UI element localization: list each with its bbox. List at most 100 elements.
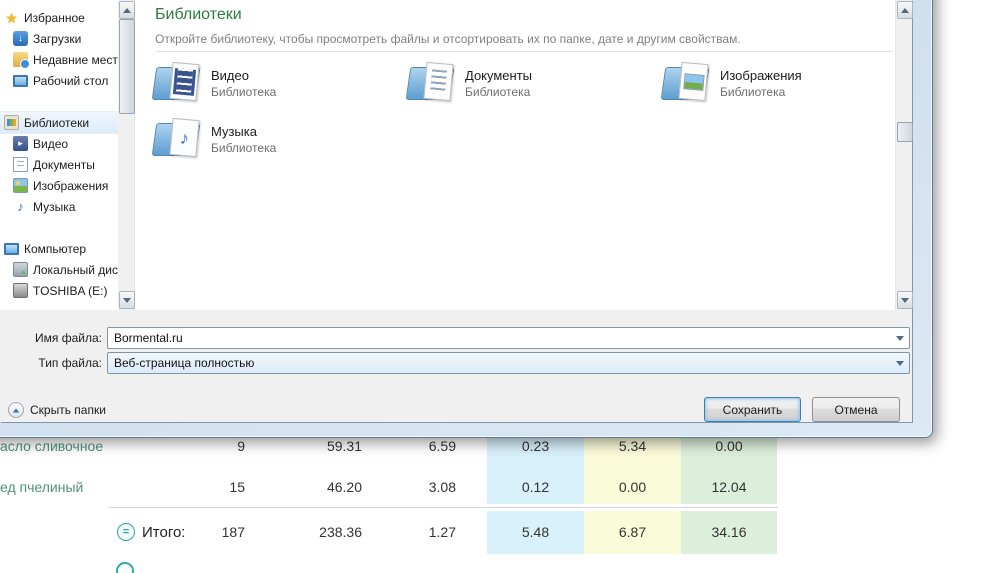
sidebar-item-videos[interactable]: ▸ Видео: [0, 133, 118, 154]
usb-disk-icon: [13, 283, 28, 298]
cell-protein: 0.23: [521, 438, 550, 454]
navigation-pane: ★ Избранное ↓ Загрузки Недавние места Ра…: [0, 0, 118, 310]
sidebar-label: Библиотеки: [24, 115, 90, 130]
sidebar-label: TOSHIBA (E:): [33, 283, 108, 298]
save-button[interactable]: Сохранить: [704, 397, 801, 422]
filename-label: Имя файла:: [35, 331, 102, 345]
cell-per: 3.08: [428, 479, 456, 495]
recent-places-icon: [13, 52, 30, 69]
scroll-up-button[interactable]: [119, 1, 135, 19]
sidebar-label: Компьютер: [24, 241, 87, 256]
total-kcal: 238.36: [319, 524, 362, 540]
libraries-icon: [4, 115, 19, 130]
cell-kcal: 59.31: [326, 438, 362, 454]
chevron-down-icon[interactable]: [892, 354, 908, 372]
library-tile-pictures[interactable]: Изображения Библиотека: [660, 61, 897, 102]
library-tile-documents[interactable]: Документы Библиотека: [405, 61, 642, 102]
cell-qty: 15: [229, 479, 245, 495]
hide-folders-button[interactable]: Скрыть папки: [8, 402, 106, 418]
sidebar-item-downloads[interactable]: ↓ Загрузки: [0, 28, 118, 49]
filetype-select[interactable]: Веб-страница полностью: [107, 352, 910, 374]
sidebar-label: Локальный диск: [33, 262, 118, 277]
arrow-down-icon: [901, 297, 909, 303]
sidebar-label: Недавние места: [33, 52, 118, 67]
nav-scrollbar[interactable]: [118, 0, 135, 310]
sidebar-item-local-disk[interactable]: Локальный диск: [0, 259, 118, 280]
divider: [155, 51, 893, 52]
sidebar-item-toshiba[interactable]: TOSHIBA (E:): [0, 280, 118, 301]
desktop-icon: [13, 73, 28, 88]
arrow-down-icon: [123, 297, 131, 303]
total-per: 1.27: [428, 524, 456, 540]
equals-icon: =: [117, 523, 135, 541]
cell-carbs: 12.04: [711, 479, 747, 495]
sidebar-label: Видео: [33, 136, 69, 151]
sidebar-group-libraries[interactable]: Библиотеки: [0, 112, 118, 133]
hard-disk-icon: [13, 262, 28, 277]
total-carbs: 34.16: [711, 524, 747, 540]
cell-per: 6.59: [428, 438, 456, 454]
save-as-dialog: ★ Избранное ↓ Загрузки Недавние места Ра…: [0, 0, 933, 438]
dialog-client-area: ★ Избранное ↓ Загрузки Недавние места Ра…: [0, 0, 913, 422]
total-fat: 6.87: [618, 524, 647, 540]
sidebar-item-pictures[interactable]: Изображения: [0, 175, 118, 196]
sidebar-label: Избранное: [24, 10, 85, 25]
file-browser: ★ Избранное ↓ Загрузки Недавние места Ра…: [0, 0, 913, 310]
tile-name: Музыка: [211, 124, 257, 139]
cell-qty: 9: [237, 438, 245, 454]
bullet-icon: [116, 562, 134, 573]
cell-kcal: 46.20: [326, 479, 362, 495]
content-scrollbar[interactable]: [895, 0, 913, 310]
hide-folders-label: Скрыть папки: [30, 403, 106, 417]
scrollbar-thumb[interactable]: [119, 19, 135, 114]
scroll-down-button[interactable]: [897, 291, 913, 309]
video-library-icon: [151, 61, 201, 102]
arrow-up-icon: [901, 7, 909, 13]
collapse-icon: [8, 402, 24, 418]
sidebar-item-documents[interactable]: Документы: [0, 154, 118, 175]
scroll-down-button[interactable]: [119, 291, 135, 309]
food-link[interactable]: асло сливочное: [0, 438, 103, 454]
total-protein: 5.48: [521, 524, 550, 540]
library-tile-videos[interactable]: Видео Библиотека: [151, 61, 388, 102]
document-icon: [13, 157, 28, 172]
download-icon: ↓: [13, 31, 28, 46]
filetype-label: Тип файла:: [38, 356, 102, 370]
cell-protein: 0.12: [521, 479, 550, 495]
cancel-button[interactable]: Отмена: [812, 397, 900, 422]
sidebar-label: Загрузки: [33, 31, 82, 46]
sidebar-label: Документы: [33, 157, 95, 172]
pictures-library-icon: [660, 61, 710, 102]
screen: асло сливочное 9 59.31 6.59 0.23 5.34 0.…: [0, 0, 991, 573]
cell-fat: 5.34: [618, 438, 647, 454]
scroll-up-button[interactable]: [897, 1, 913, 19]
sidebar-item-music[interactable]: ♪ Музыка: [0, 196, 118, 217]
music-library-icon: ♪: [151, 117, 201, 158]
video-icon: ▸: [13, 136, 28, 151]
table-separator: [108, 507, 778, 508]
food-link[interactable]: ед пчелиный: [0, 479, 83, 495]
chevron-down-icon[interactable]: [892, 329, 908, 347]
filename-input[interactable]: [112, 329, 889, 347]
cell-carbs: 0.00: [715, 438, 743, 454]
total-qty: 187: [221, 524, 245, 540]
tile-type: Библиотека: [211, 141, 277, 155]
sidebar-label: Рабочий стол: [33, 73, 109, 88]
tile-name: Видео: [211, 68, 249, 83]
filename-combobox[interactable]: [107, 327, 910, 349]
music-icon: ♪: [17, 199, 24, 214]
scrollbar-thumb[interactable]: [897, 122, 913, 142]
sidebar-group-favorites[interactable]: ★ Избранное: [0, 7, 118, 28]
filetype-value: Веб-страница полностью: [114, 356, 255, 370]
page-subtitle: Откройте библиотеку, чтобы просмотреть ф…: [155, 32, 741, 46]
star-icon: ★: [5, 9, 18, 26]
documents-library-icon: [405, 61, 455, 102]
library-tile-music[interactable]: ♪ Музыка Библиотека: [151, 117, 388, 158]
sidebar-group-computer[interactable]: Компьютер: [0, 238, 118, 259]
page-title: Библиотеки: [155, 6, 242, 23]
tile-name: Документы: [465, 68, 533, 83]
sidebar-item-desktop[interactable]: Рабочий стол: [0, 70, 118, 91]
sidebar-item-recent-places[interactable]: Недавние места: [0, 49, 118, 70]
